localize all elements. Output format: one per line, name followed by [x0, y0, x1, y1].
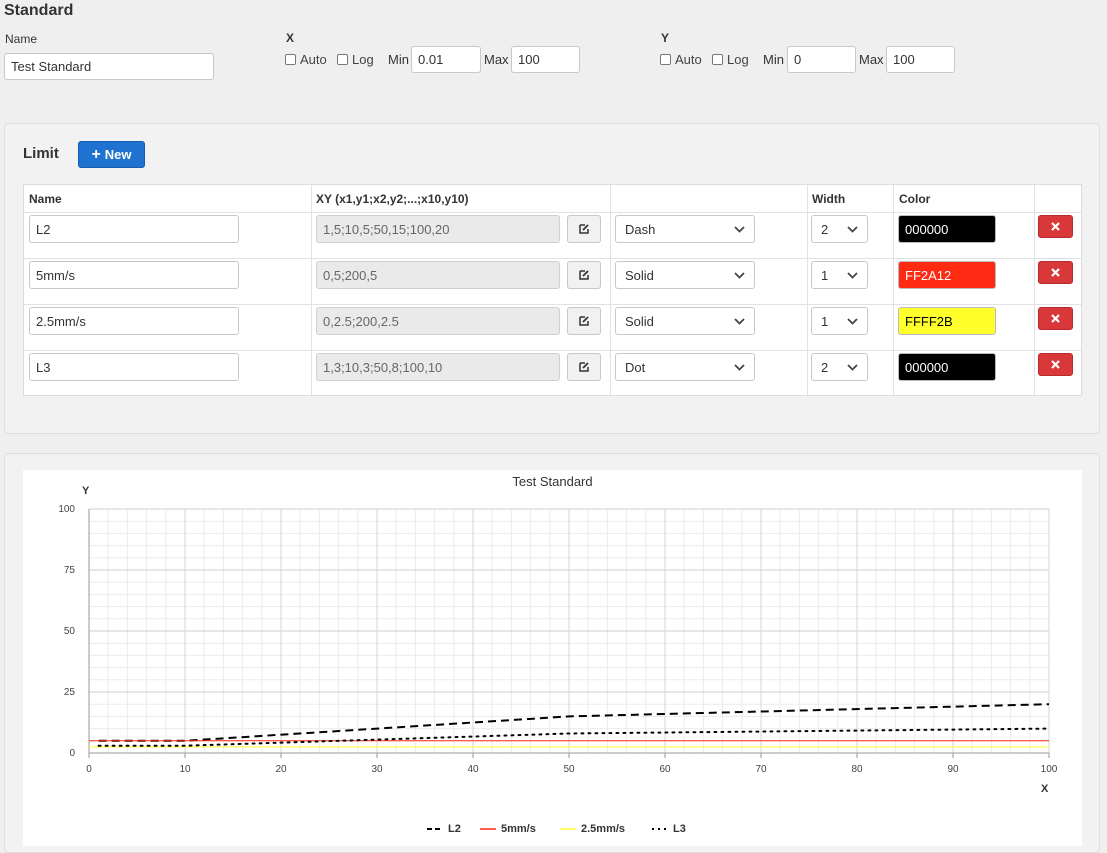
legend-item[interactable]: L3 [652, 823, 686, 835]
x-tick-label: 40 [467, 764, 479, 775]
legend-label: 5mm/s [501, 823, 536, 835]
legend-item[interactable]: 2.5mm/s [560, 823, 625, 835]
x-tick-label: 70 [755, 764, 767, 775]
y-tick-label: 75 [64, 565, 76, 576]
legend-label: L3 [673, 823, 686, 835]
x-tick-label: 50 [563, 764, 575, 775]
x-tick-label: 80 [851, 764, 863, 775]
legend-swatch [427, 828, 443, 830]
legend-item[interactable]: L2 [427, 823, 461, 835]
legend-label: L2 [448, 823, 461, 835]
x-tick-label: 100 [1041, 764, 1058, 775]
y-tick-label: 100 [58, 504, 75, 515]
x-tick-label: 30 [371, 764, 383, 775]
x-axis-title: X [1041, 783, 1049, 795]
x-tick-label: 0 [86, 764, 92, 775]
x-tick-label: 10 [179, 764, 191, 775]
legend-swatch [480, 828, 496, 830]
chart-title: Test Standard [512, 474, 593, 489]
x-tick-label: 20 [275, 764, 287, 775]
line-chart: 0 10 20 30 40 50 60 70 80 90 100 0 25 50 75 100 [58, 504, 1058, 775]
legend-swatch [652, 828, 668, 830]
x-tick-label: 90 [947, 764, 959, 775]
y-axis-title: Y [82, 485, 90, 497]
y-tick-label: 25 [64, 687, 76, 698]
legend-label: 2.5mm/s [581, 823, 626, 835]
y-tick-label: 50 [64, 626, 76, 637]
legend-swatch [560, 828, 576, 830]
x-tick-label: 60 [659, 764, 671, 775]
y-tick-label: 0 [69, 748, 75, 759]
legend-item[interactable]: 5mm/s [480, 823, 536, 835]
